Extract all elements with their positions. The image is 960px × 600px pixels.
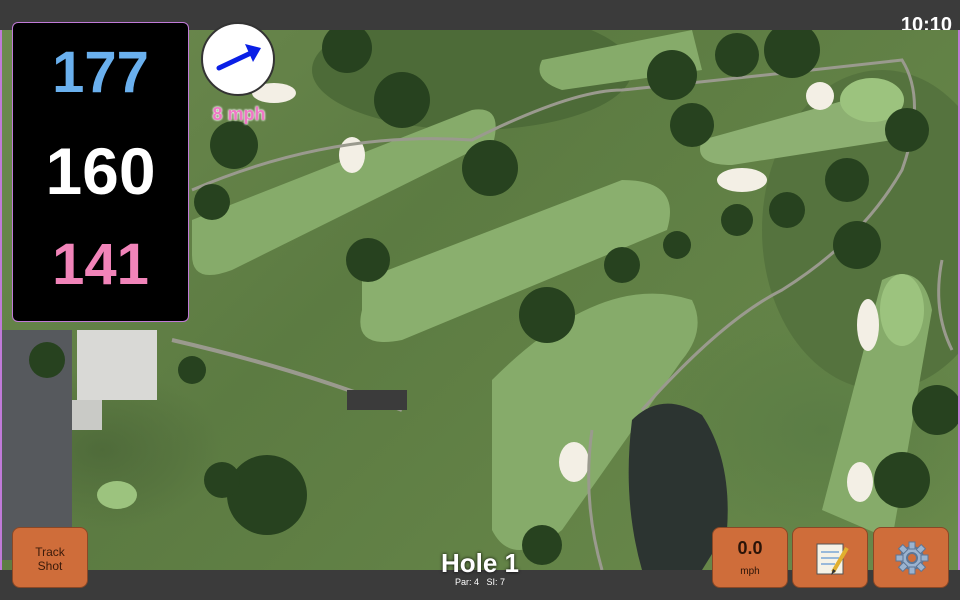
tree xyxy=(647,50,697,100)
tree xyxy=(769,192,805,228)
tree xyxy=(178,356,206,384)
clubhouse xyxy=(77,330,157,400)
hole-info: Par: 4 SI: 7 xyxy=(380,577,580,587)
tree xyxy=(833,221,881,269)
tree xyxy=(663,231,691,259)
bunker xyxy=(857,299,879,351)
par-label: Par: 4 xyxy=(454,577,479,587)
tree xyxy=(227,455,307,535)
notes-button[interactable] xyxy=(792,527,868,588)
gear-icon xyxy=(895,541,929,575)
tree xyxy=(604,247,640,283)
bunker xyxy=(847,462,873,502)
bunker xyxy=(559,442,589,482)
tree xyxy=(29,342,65,378)
tree xyxy=(912,385,958,435)
notepad-icon xyxy=(816,543,849,575)
tree xyxy=(670,103,714,147)
tree xyxy=(204,462,240,498)
tree xyxy=(374,72,430,128)
settings-button[interactable] xyxy=(873,527,949,588)
hole-title: Hole 1 xyxy=(440,548,520,578)
track-shot-button[interactable]: Track Shot xyxy=(12,527,88,588)
tree xyxy=(715,33,759,77)
track-shot-label-1: Track xyxy=(35,545,65,559)
yardage-panel: 177 160 141 xyxy=(12,22,189,322)
speed-button[interactable]: 0.0 mph xyxy=(712,527,788,588)
green xyxy=(97,481,137,509)
speed-value: 0.0 xyxy=(737,538,763,558)
tree xyxy=(210,121,258,169)
building xyxy=(72,400,102,430)
tree xyxy=(194,184,230,220)
tree xyxy=(825,158,869,202)
arrow-icon xyxy=(216,44,261,71)
building xyxy=(347,390,407,410)
tree xyxy=(346,238,390,282)
track-shot-label-2: Shot xyxy=(37,559,63,573)
green xyxy=(880,274,924,346)
middle-yardage: 160 xyxy=(45,134,156,208)
back-yardage: 177 xyxy=(52,40,149,105)
tree xyxy=(462,140,518,196)
tree xyxy=(721,204,753,236)
wind-speed: 8 mph xyxy=(212,104,266,124)
si-label: SI: 7 xyxy=(486,577,506,587)
bunker xyxy=(806,82,834,110)
tree xyxy=(885,108,929,152)
front-yardage: 141 xyxy=(52,232,149,297)
wind-indicator[interactable] xyxy=(201,22,275,96)
tree xyxy=(874,452,930,508)
tree xyxy=(519,287,575,343)
bunker xyxy=(717,168,767,192)
speed-unit: mph xyxy=(740,566,760,577)
